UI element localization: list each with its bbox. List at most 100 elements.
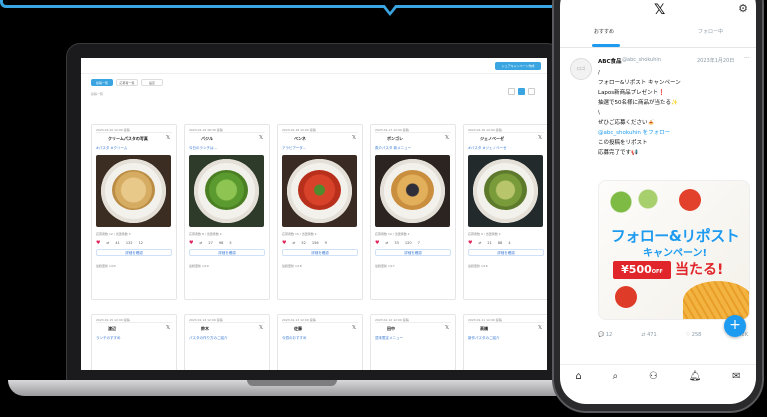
post-card[interactable]: 2023.01.19 18:30 投稿 バジル 𝕏 今日のランチは… 応募者数 … <box>184 124 270 300</box>
card-hashtags[interactable]: パスタの作り方のご紹介 <box>189 336 265 341</box>
card-hashtags[interactable]: ランチのすすめ <box>96 336 172 341</box>
like-count: 98 <box>218 241 224 245</box>
account-name[interactable]: ABC食品 <box>598 57 622 65</box>
home-icon[interactable]: ⌂ <box>575 371 581 382</box>
card-title: 鈴木 <box>201 326 209 331</box>
discount-badge: ¥500OFF <box>613 261 671 279</box>
card-meta: 応募者数 8 / 当選者数 2 <box>189 232 222 236</box>
post-card[interactable]: 2023.01.11 12:00 投稿 高橋 𝕏 新作パスタのご紹介 <box>463 314 547 370</box>
repost-count: 21 <box>487 241 492 245</box>
card-title: ジェノベーゼ <box>480 136 504 141</box>
post-line: Lapos新商品プレゼント❗ <box>598 90 666 96</box>
x-logo-icon: 𝕏 <box>351 135 356 141</box>
tab-following[interactable]: フォロー中 <box>698 28 723 35</box>
heart-icon: ♥ <box>96 240 101 246</box>
x-logo-icon: 𝕏 <box>258 325 263 331</box>
card-hashtags[interactable]: アラビアータ… <box>282 146 358 151</box>
banner-pointer <box>381 4 399 16</box>
avatar[interactable]: ロゴ <box>570 58 592 80</box>
notifications-icon[interactable]: 🔔︎ <box>689 371 702 382</box>
card-date: 2023.01.13 12:00 投稿 <box>282 318 358 323</box>
tab-settings[interactable]: 設定 <box>141 79 163 86</box>
section-title: 投稿一覧 <box>91 92 104 96</box>
post-card[interactable]: 2023.01.18 12:00 投稿 ペンネ 𝕏 アラビアータ… 応募者数 1… <box>277 124 363 300</box>
tab-recommended[interactable]: おすすめ <box>594 28 614 35</box>
card-detail-button[interactable]: 詳細を確認 <box>189 249 265 256</box>
like-count: 120 <box>404 241 412 245</box>
post-card[interactable]: 2023.01.17 12:00 投稿 ボンゴレ 𝕏 魚介パスタ 新メニュー 応… <box>370 124 456 300</box>
vegetable-graphic <box>603 187 663 217</box>
reply-count: 5 <box>229 241 232 245</box>
post-card[interactable]: 2023.01.12 12:00 投稿 田中 𝕏 週末限定メニュー <box>370 314 456 370</box>
repost-count: 52 <box>301 241 306 245</box>
card-meta: 応募者数 12 / 当選者数 3 <box>96 232 131 236</box>
card-hashtags[interactable]: 魚介パスタ 新メニュー <box>375 146 451 151</box>
repost-icon: ⇄ <box>106 241 110 245</box>
messages-icon[interactable]: ✉ <box>732 371 740 382</box>
repost-icon: ⇄ <box>478 241 482 245</box>
card-hashtags[interactable]: 今週のおすすめ <box>282 336 358 341</box>
card-title: ペンネ <box>294 136 306 141</box>
heart-icon: ♥ <box>375 240 380 246</box>
card-hashtags[interactable]: 週末限定メニュー <box>375 336 451 341</box>
post-card[interactable]: 2023.01.13 12:00 投稿 佐藤 𝕏 今週のおすすめ <box>277 314 363 370</box>
like-action[interactable]: ♡ 258 <box>686 332 702 338</box>
card-hashtags[interactable]: #パスタ #クリーム <box>96 146 172 151</box>
mention-link[interactable]: @abc_shokuhin をフォロー <box>598 128 748 138</box>
repost-count: 27 <box>208 241 213 245</box>
gear-icon[interactable]: ⚙ <box>738 2 748 15</box>
pasta-graphic <box>683 281 749 319</box>
post-line: 応募完了です📢 <box>598 150 638 156</box>
x-logo-icon: 𝕏 <box>444 135 449 141</box>
create-campaign-button[interactable]: シェアキャンペーン作成 <box>495 62 541 70</box>
post-card[interactable]: 2023.01.16 12:00 投稿 ジェノベーゼ 𝕏 #パスタ #ジェノベー… <box>463 124 547 300</box>
repost-action[interactable]: ⇄ 471 <box>641 332 656 338</box>
tab-applicants[interactable]: 応募者一覧 <box>116 79 138 86</box>
view-toggle <box>508 88 535 95</box>
card-foot: 最終更新 1/17 <box>375 264 395 268</box>
campaign-image[interactable]: フォロー&リポスト キャンペーン! ¥500OFF 当たる! <box>598 180 750 320</box>
post-card[interactable]: 2023.01.20 12:00 投稿 クリームパスタの写真 𝕏 #パスタ #ク… <box>91 124 177 300</box>
search-icon[interactable]: ⌕ <box>613 371 619 382</box>
x-logo-icon: 𝕏 <box>444 325 449 331</box>
win-text: 当たる! <box>675 262 724 278</box>
card-detail-button[interactable]: 詳細を確認 <box>468 249 544 256</box>
card-meta: 応募者数 15 / 当選者数 4 <box>282 232 317 236</box>
post-card[interactable]: 2023.01.15 12:00 投稿 渡辺 𝕏 ランチのすすめ <box>91 314 177 370</box>
discount-amount: ¥500 <box>621 263 652 276</box>
card-detail-button[interactable]: 詳細を確認 <box>282 249 358 256</box>
card-date: 2023.01.12 12:00 投稿 <box>375 318 451 323</box>
card-hashtags[interactable]: #パスタ #ジェノベーゼ <box>468 146 544 151</box>
bottom-tab-bar: ⌂ ⌕ ⚇ 🔔︎ ✉ <box>560 364 756 388</box>
card-foot: 最終更新 1/19 <box>189 264 209 268</box>
post-line: / <box>598 70 600 76</box>
post-line: 抽選で50名様に商品が当たる✨ <box>598 100 678 106</box>
card-hashtags[interactable]: 今日のランチは… <box>189 146 265 151</box>
list-view-icon[interactable] <box>508 88 515 95</box>
food-photo <box>96 155 171 227</box>
card-title: 渡辺 <box>108 326 116 331</box>
more-icon[interactable]: ··· <box>744 55 750 62</box>
card-foot: 最終更新 1/20 <box>96 264 116 268</box>
reply-action[interactable]: 💬 12 <box>598 332 612 338</box>
heart-icon: ♥ <box>189 240 194 246</box>
post-grid: 2023.01.20 12:00 投稿 クリームパスタの写真 𝕏 #パスタ #ク… <box>91 124 547 370</box>
grid-view-icon[interactable] <box>518 88 525 95</box>
tab-posts[interactable]: 投稿一覧 <box>91 79 113 86</box>
card-meta: 応募者数 9 / 当選者数 2 <box>468 232 501 236</box>
x-logo-icon[interactable]: 𝕏 <box>654 2 665 18</box>
calendar-view-icon[interactable] <box>528 88 535 95</box>
compose-button[interactable]: + <box>724 315 746 337</box>
food-photo <box>468 155 543 227</box>
card-stats: ♥ ⇄ 33 120 7 <box>375 240 451 246</box>
post-body: / フォロー&リポスト キャンペーン Lapos新商品プレゼント❗ 抽選で50名… <box>598 68 748 158</box>
reply-count: 12 <box>605 332 613 338</box>
card-detail-button[interactable]: 詳細を確認 <box>96 249 172 256</box>
post-card[interactable]: 2023.01.14 12:00 投稿 鈴木 𝕏 パスタの作り方のご紹介 <box>184 314 270 370</box>
active-tab-indicator <box>592 44 620 47</box>
card-detail-button[interactable]: 詳細を確認 <box>375 249 451 256</box>
card-title: 高橋 <box>480 326 488 331</box>
communities-icon[interactable]: ⚇ <box>649 371 658 382</box>
tomato-graphic <box>615 286 637 308</box>
card-hashtags[interactable]: 新作パスタのご紹介 <box>468 336 544 341</box>
